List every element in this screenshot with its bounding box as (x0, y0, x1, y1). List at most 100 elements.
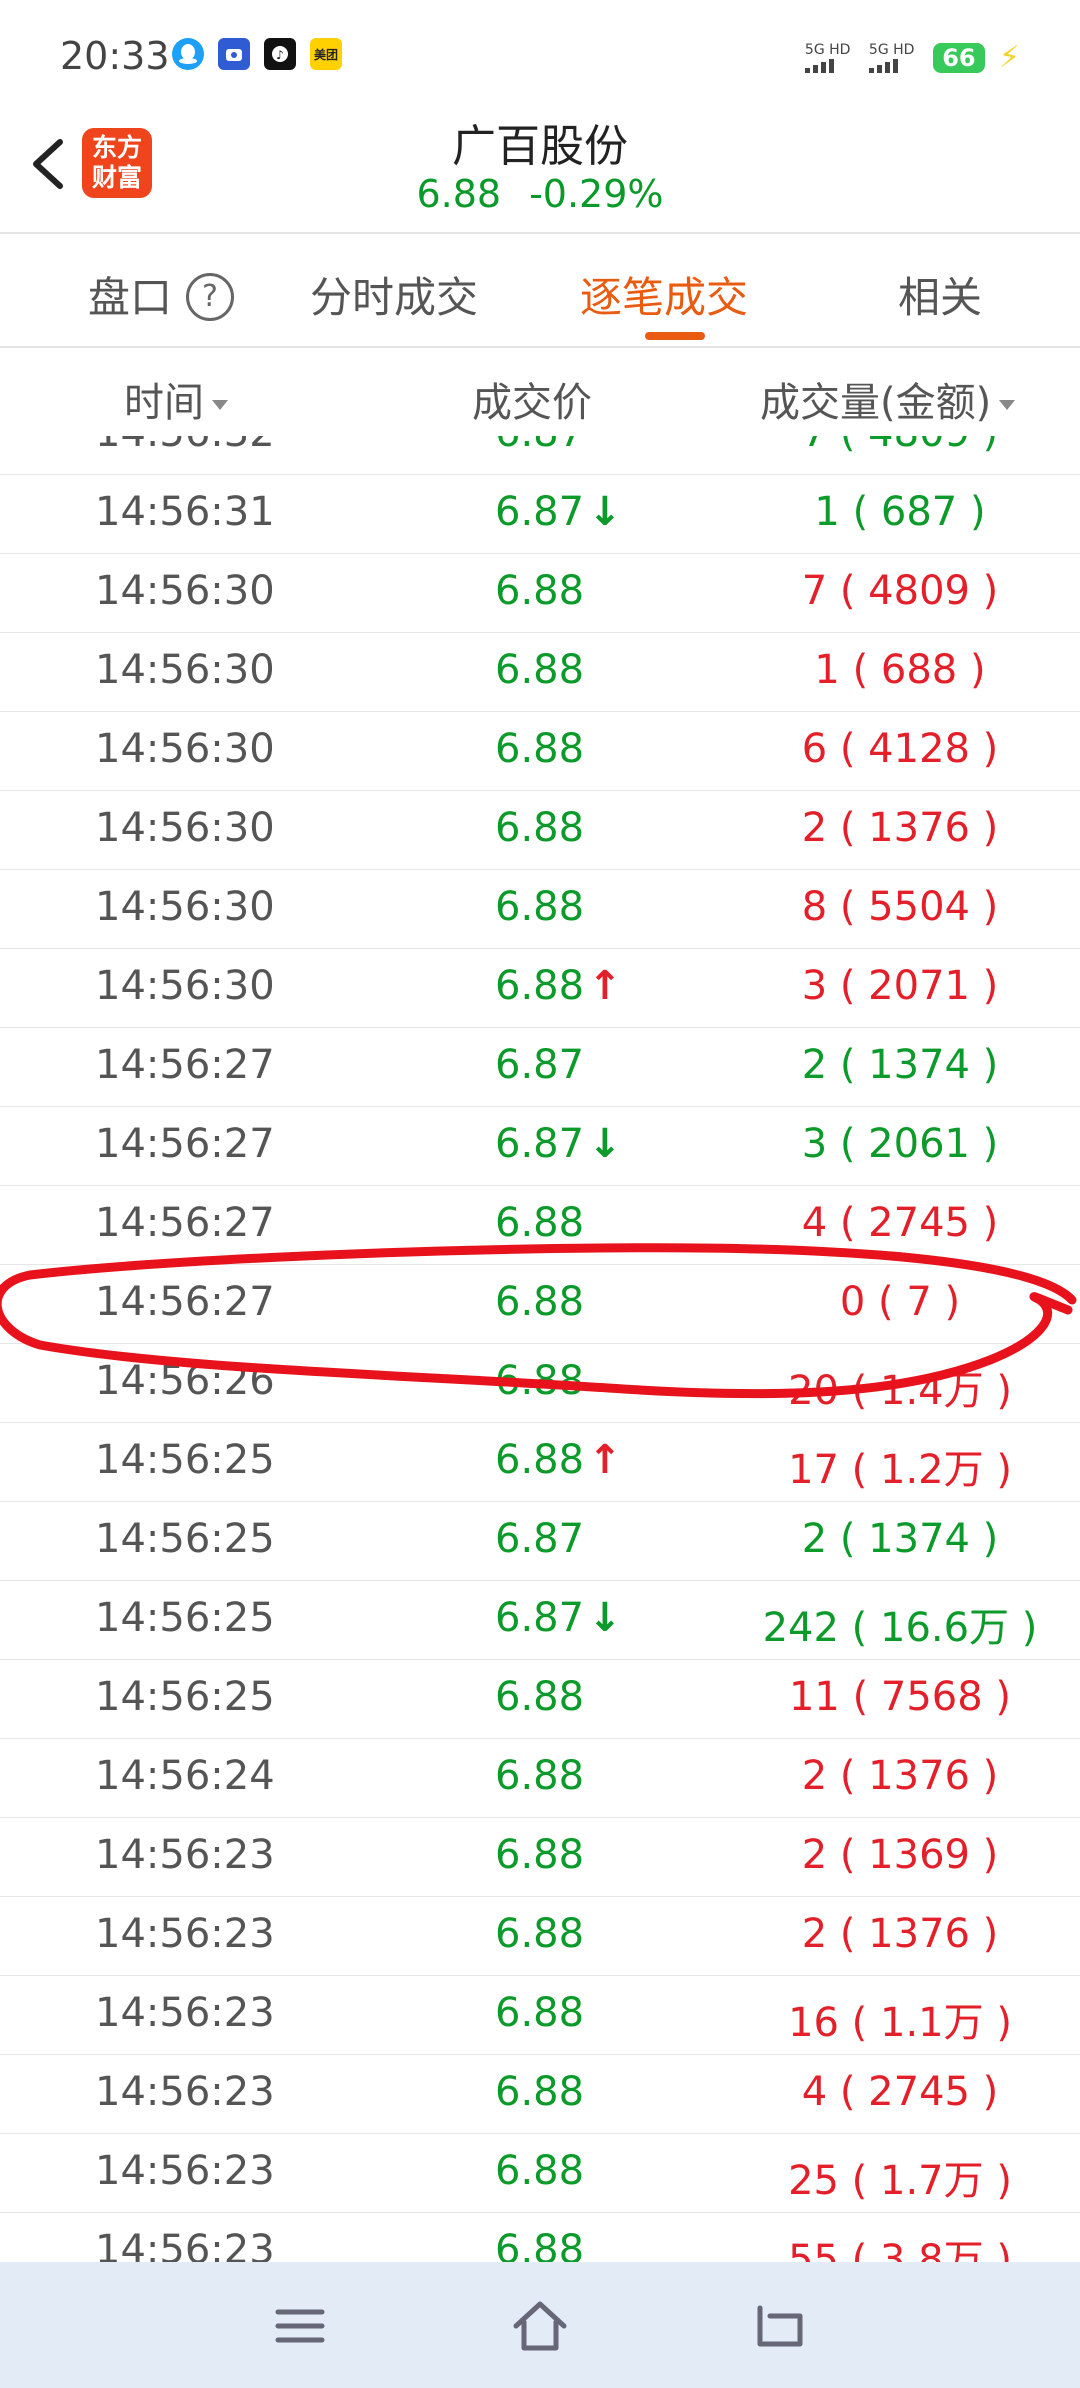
system-nav-bar (0, 2262, 1080, 2388)
svg-text:♪: ♪ (276, 48, 284, 62)
trade-volume: 16 ( 1.1万 ) (788, 2000, 1012, 2046)
trade-volume: 4 ( 2745 ) (801, 1200, 999, 1246)
trade-row: 14:56:23 6.88 2 ( 1369 ) (0, 1818, 1080, 1897)
trade-volume: 2 ( 1376 ) (801, 1911, 999, 1957)
trade-row: 14:56:26 6.88 20 ( 1.4万 ) (0, 1344, 1080, 1423)
trade-volume: 2 ( 1374 ) (801, 1042, 999, 1088)
trade-time: 14:56:23 (95, 2148, 275, 2194)
trade-time: 14:56:23 (95, 2069, 275, 2115)
trade-volume: 2 ( 1376 ) (801, 1753, 999, 1799)
trade-time: 14:56:27 (95, 1279, 275, 1325)
trade-price: 6.87 (495, 436, 584, 456)
stock-change: -0.29% (529, 172, 664, 216)
kuaishou-icon (218, 38, 250, 70)
help-icon[interactable]: ? (186, 272, 235, 321)
qq-icon (172, 38, 204, 70)
trade-time: 14:56:27 (95, 1042, 275, 1088)
trade-price: 6.88 ↑ (495, 963, 622, 1009)
trade-row: 14:56:25 6.87 ↓ 242 ( 16.6万 ) (0, 1581, 1080, 1660)
tab-pankou[interactable]: 盘口? (88, 264, 235, 325)
trade-price: 6.88 (495, 1832, 585, 1878)
trade-volume: 1 ( 687 ) (814, 489, 986, 535)
trade-volume: 20 ( 1.4万 ) (788, 1368, 1012, 1414)
trade-time: 14:56:30 (95, 884, 275, 930)
column-headers: 时间 成交价 成交量(金额) (0, 346, 1080, 436)
trade-row: 14:56:23 6.88 16 ( 1.1万 ) (0, 1976, 1080, 2055)
up-arrow-icon: ↑ (588, 963, 622, 1009)
sort-caret-icon (999, 400, 1016, 410)
trade-volume: 25 ( 1.7万 ) (788, 2158, 1012, 2204)
eastmoney-logo[interactable]: 东方 财富 (82, 128, 152, 198)
tab-bar: 盘口? 分时成交 逐笔成交 相关 (0, 232, 1080, 348)
trade-time: 14:56:24 (95, 1753, 275, 1799)
trade-price: 6.88 (495, 2069, 585, 2115)
trade-volume: 2 ( 1374 ) (801, 1516, 999, 1562)
down-arrow-icon: ↓ (588, 1121, 622, 1167)
trade-row: 14:56:30 6.88 2 ( 1376 ) (0, 791, 1080, 870)
down-arrow-icon: ↓ (588, 489, 622, 535)
trade-volume: 55 ( 3.8万 ) (788, 2237, 1012, 2262)
trade-volume: 7 ( 4809 ) (801, 568, 999, 614)
trade-time: 14:56:32 (95, 436, 275, 456)
stock-name: 广百股份 (452, 121, 628, 172)
home-icon[interactable] (510, 2296, 570, 2356)
trade-time: 14:56:30 (95, 805, 275, 851)
status-time: 20:33 (60, 34, 170, 78)
trade-price: 6.88 (495, 726, 585, 772)
trade-time: 14:56:25 (95, 1516, 275, 1562)
trade-time: 14:56:27 (95, 1200, 275, 1246)
trade-volume: 1 ( 688 ) (814, 647, 986, 693)
tab-time-sales[interactable]: 分时成交 (310, 264, 478, 325)
trade-price: 6.88 ↑ (495, 1437, 622, 1483)
trade-price: 6.88 (495, 884, 585, 930)
trade-price: 6.88 (495, 1911, 585, 1957)
back-icon[interactable] (750, 2296, 810, 2356)
trade-volume: 0 ( 7 ) (839, 1279, 961, 1325)
trade-price: 6.88 (495, 2148, 585, 2194)
trade-price: 6.88 (495, 1200, 585, 1246)
trade-price: 6.88 (495, 1279, 585, 1325)
trade-price: 6.88 (495, 2227, 585, 2262)
tab-tick-trades[interactable]: 逐笔成交 (580, 264, 748, 325)
col-volume-header[interactable]: 成交量(金额) (760, 370, 1016, 428)
trade-row: 14:56:30 6.88 1 ( 688 ) (0, 633, 1080, 712)
meituan-icon: 美团 (310, 38, 342, 70)
trade-row: 14:56:25 6.87 2 ( 1374 ) (0, 1502, 1080, 1581)
trade-time: 14:56:25 (95, 1595, 275, 1641)
trade-volume: 242 ( 16.6万 ) (762, 1605, 1038, 1651)
stock-quote: 6.88 -0.29% (0, 172, 1080, 216)
tab-related[interactable]: 相关 (898, 264, 982, 325)
trade-time: 14:56:27 (95, 1121, 275, 1167)
trade-price: 6.87 (495, 1516, 585, 1562)
trade-volume: 17 ( 1.2万 ) (788, 1447, 1012, 1493)
trade-time: 14:56:23 (95, 1990, 275, 2036)
system-indicators: 5G HD 5G HD 66 ⚡ (804, 40, 1020, 75)
trade-time: 14:56:30 (95, 726, 275, 772)
trade-price: 6.87 ↓ (495, 1595, 622, 1641)
col-time-header[interactable]: 时间 (124, 370, 228, 428)
trade-volume: 11 ( 7568 ) (788, 1674, 1012, 1720)
charging-icon: ⚡ (998, 40, 1020, 75)
trade-row: 14:56:27 6.87 ↓ 3 ( 2061 ) (0, 1107, 1080, 1186)
trade-volume: 8 ( 5504 ) (801, 884, 999, 930)
trade-row: 14:56:25 6.88 11 ( 7568 ) (0, 1660, 1080, 1739)
stock-price: 6.88 (416, 172, 502, 216)
trade-time: 14:56:25 (95, 1437, 275, 1483)
back-button[interactable] (24, 126, 84, 202)
trade-row: 14:56:27 6.87 2 ( 1374 ) (0, 1028, 1080, 1107)
signal-icon-2: 5G HD (868, 43, 919, 73)
trade-time: 14:56:23 (95, 1832, 275, 1878)
notification-icons: ♪ 美团 (172, 38, 342, 70)
status-bar: 20:33 ♪ 美团 5G HD 5G HD 66 ⚡ (0, 0, 1080, 110)
trade-volume: 3 ( 2071 ) (801, 963, 999, 1009)
menu-icon[interactable] (270, 2296, 330, 2356)
stock-header: 广百股份 6.88 -0.29% 东方 财富 (0, 110, 1080, 232)
trade-row: 14:56:27 6.88 0 ( 7 ) (0, 1265, 1080, 1344)
trade-list[interactable]: 14:56:326.877 ( 4809 )14:56:316.87↓1 ( 6… (0, 436, 1080, 2262)
trade-row: 14:56:23 6.88 2 ( 1376 ) (0, 1897, 1080, 1976)
douyin-icon: ♪ (264, 38, 296, 70)
trade-volume: 2 ( 1369 ) (801, 1832, 999, 1878)
trade-price: 6.88 (495, 805, 585, 851)
trade-time: 14:56:31 (95, 489, 275, 535)
trade-row: 14:56:31 6.87 ↓ 1 ( 687 ) (0, 475, 1080, 554)
